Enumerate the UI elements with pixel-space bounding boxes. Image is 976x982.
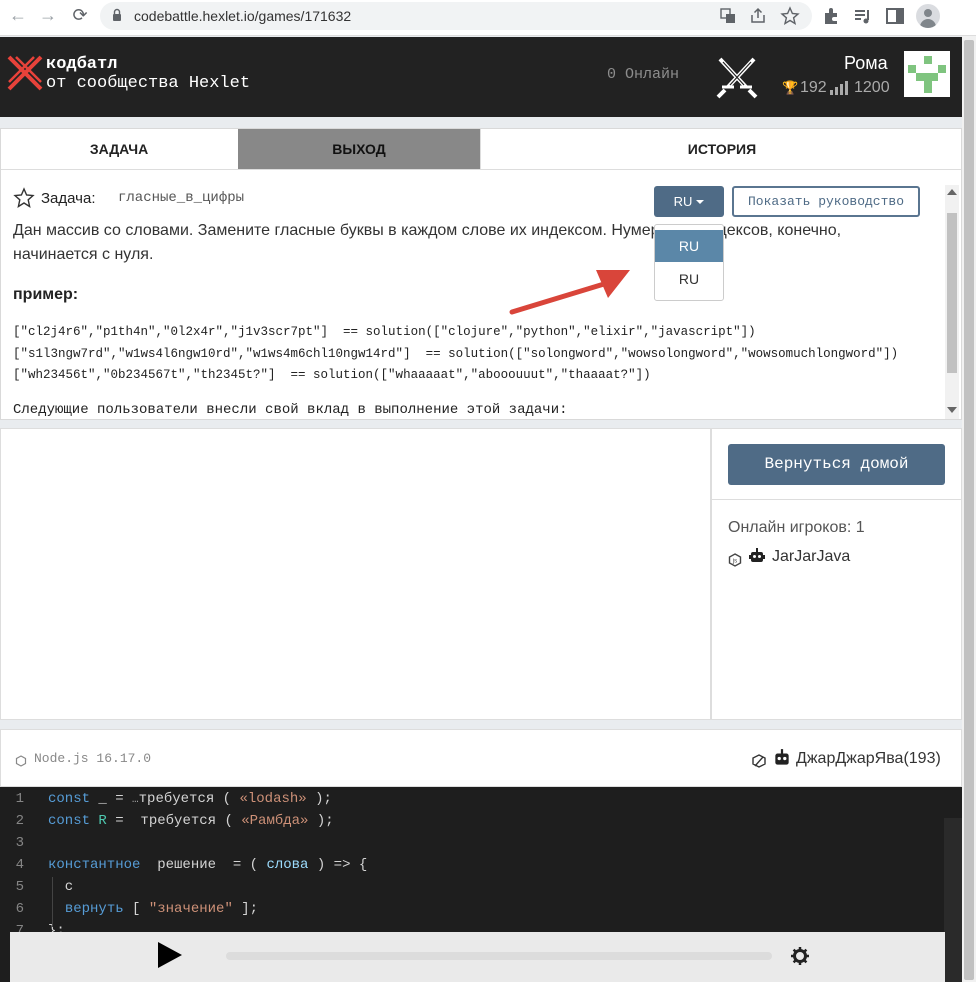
lock-icon	[113, 8, 121, 21]
browser-toolbar: ← → ⟳ codebattle.hexlet.io/games/171632	[0, 0, 976, 36]
language-option[interactable]: RU	[655, 230, 723, 262]
example-line: ["s1l3ngw7rd","w1ws4l6ngw10rd","w1ws4m6c…	[13, 347, 899, 361]
robot-icon	[775, 749, 789, 765]
tabs-divider	[1, 169, 961, 170]
line-number: 3	[15, 835, 24, 851]
replay-track[interactable]	[226, 952, 772, 960]
replay-player	[10, 932, 945, 982]
output-area	[0, 428, 711, 720]
line-number: 2	[15, 813, 24, 829]
line-number: 1	[15, 791, 24, 807]
user-avatar[interactable]	[904, 51, 950, 97]
nodejs-icon	[15, 755, 27, 767]
scroll-down-arrow-icon[interactable]	[947, 407, 957, 413]
code-line: вернуть [ "значение" ];	[64, 901, 259, 917]
sidebar-divider	[712, 499, 961, 500]
opponent-name[interactable]: ДжарДжарЯва(193)	[796, 750, 941, 768]
star-icon[interactable]	[13, 187, 35, 209]
annotation-arrow-icon	[509, 270, 630, 315]
runtime-label: Node.js 16.17.0	[34, 751, 152, 766]
task-scrollbar[interactable]	[945, 185, 959, 419]
show-guide-button[interactable]: Показать руководство	[732, 186, 920, 217]
user-rank: 192	[800, 79, 827, 96]
online-players-count: Онлайн игроков: 1	[728, 519, 865, 536]
tab-history[interactable]: ИСТОРИЯ	[480, 129, 961, 169]
rating-bars-icon	[830, 81, 848, 95]
task-name: гласные_в_цифры	[118, 190, 245, 206]
language-dropdown-menu: RU RU	[654, 224, 724, 301]
line-number: 4	[15, 857, 24, 873]
caret-down-icon	[696, 200, 705, 204]
example-heading: пример:	[13, 286, 79, 303]
user-name[interactable]: Рома	[844, 53, 888, 74]
address-bar[interactable]: codebattle.hexlet.io/games/171632	[100, 2, 812, 30]
player-name: JarJarJava	[772, 548, 851, 565]
media-icon[interactable]	[852, 5, 874, 27]
go-home-button[interactable]: Вернуться домой	[728, 444, 945, 485]
gear-icon[interactable]	[790, 946, 810, 966]
tab-task[interactable]: ЗАДАЧА	[1, 129, 237, 169]
star-bookmark-icon[interactable]	[780, 6, 800, 26]
svg-text:js: js	[732, 559, 737, 565]
editor-header: Node.js 16.17.0 ДжарДжарЯва(193)	[0, 729, 962, 787]
trophy-icon: 🏆	[782, 80, 799, 95]
language-icon	[752, 754, 766, 768]
indent-guide	[52, 877, 53, 927]
task-description: Дан массив со словами. Замените гласные …	[13, 222, 842, 263]
extensions-icon[interactable]	[820, 5, 842, 27]
window-scroll-thumb[interactable]	[964, 40, 974, 980]
online-count: 0 Онлайн	[607, 66, 680, 83]
user-rating: 1200	[854, 79, 890, 96]
line-number: 5	[15, 879, 24, 895]
logo-title[interactable]: кодбатл	[46, 55, 117, 74]
translate-icon[interactable]	[718, 6, 738, 26]
share-icon[interactable]	[748, 6, 768, 26]
side-panel-icon[interactable]	[884, 5, 906, 27]
profile-avatar-icon[interactable]	[916, 4, 940, 28]
code-line: const R = требуется ( «Рамбда» );	[48, 813, 334, 829]
back-icon[interactable]: ←	[6, 4, 30, 26]
language-option[interactable]: RU	[655, 263, 723, 295]
logo-icon[interactable]	[6, 53, 44, 93]
code-line: const _ = …требуется ( «lodash» );	[48, 791, 332, 807]
robot-icon	[749, 548, 765, 562]
nodejs-icon: js	[728, 553, 742, 567]
language-selected: RU	[673, 194, 693, 209]
window-scrollbar[interactable]	[962, 36, 976, 982]
tab-output[interactable]: ВЫХОД	[238, 129, 480, 169]
scroll-up-arrow-icon[interactable]	[947, 189, 957, 195]
app-header: кодбатл от сообщества Hexlet 0 Онлайн Ро…	[0, 37, 962, 117]
contributors-text: Следующие пользователи внесли свой вклад…	[13, 402, 568, 418]
logo-subtitle: от сообщества Hexlet	[46, 74, 251, 93]
example-line: ["cl2j4r6","p1th4n","0l2x4r","j1v3scr7pt…	[13, 325, 756, 339]
code-line: константное решение = ( слова ) => {	[48, 857, 368, 873]
task-panel: ЗАДАЧА ВЫХОД ИСТОРИЯ Задача: гласные_в_ц…	[0, 128, 962, 420]
url-text: codebattle.hexlet.io/games/171632	[134, 8, 352, 24]
forward-icon[interactable]: →	[36, 4, 60, 26]
example-line: ["wh23456t","0b234567t","th2345t?"] == s…	[13, 368, 651, 382]
editor-scrollbar[interactable]	[944, 818, 962, 982]
line-number: 6	[15, 901, 24, 917]
crossed-swords-icon	[716, 57, 758, 99]
task-label: Задача:	[41, 190, 96, 207]
play-icon[interactable]	[158, 942, 182, 968]
reload-icon[interactable]: ⟳	[68, 4, 92, 26]
language-dropdown-button[interactable]: RU	[654, 186, 724, 217]
scroll-thumb[interactable]	[947, 213, 957, 373]
